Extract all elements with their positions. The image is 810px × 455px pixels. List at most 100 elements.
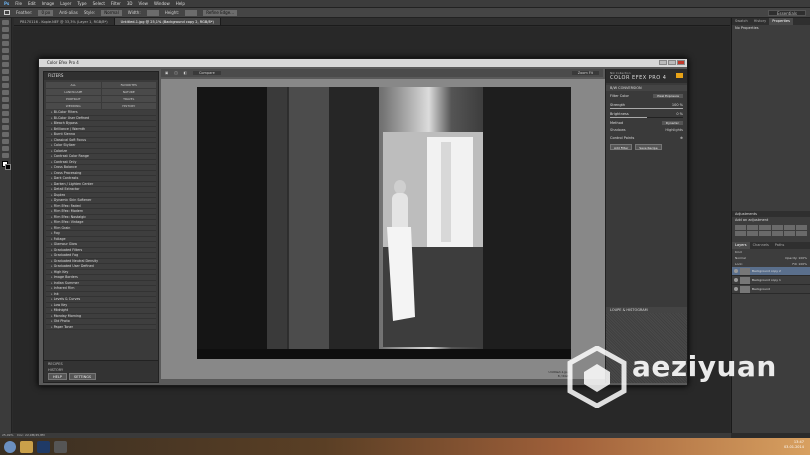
hand-tool-icon[interactable] [2,146,9,151]
style-select[interactable]: Normal [101,9,122,16]
photoshop-icon[interactable] [37,440,50,453]
tab-paths[interactable]: Paths [772,242,788,249]
clock-date[interactable]: 03.01.2014 [784,445,804,450]
menu-layer[interactable]: Layer [60,1,71,6]
start-button-icon[interactable] [4,440,16,453]
lasso-tool-icon[interactable] [2,34,9,39]
eye-icon[interactable] [734,278,738,282]
category-travel[interactable]: TRAVEL [101,96,156,102]
blend-mode-select[interactable]: Normal [735,256,746,260]
hue-adjust-icon[interactable] [795,225,807,230]
settings-button[interactable]: SETTINGS [68,373,97,380]
category-favorites[interactable]: FAVORITES [101,82,156,88]
channel-mixer-adjust-icon[interactable] [771,231,783,236]
path-select-tool-icon[interactable] [2,132,9,137]
tab-swatch[interactable]: Swatch [732,18,751,25]
shape-tool-icon[interactable] [2,139,9,144]
highlights-label[interactable]: Highlights [665,128,683,132]
move-tool-icon[interactable] [2,20,9,25]
filter-item[interactable]: Paper Toner [46,324,156,330]
zoom-select[interactable]: Zoom Fit [571,71,599,75]
minimize-icon[interactable] [659,60,667,65]
single-view-icon[interactable]: ▣ [165,71,168,75]
menu-ps-logo[interactable]: Ps [4,1,9,6]
eye-icon[interactable] [734,287,738,291]
quick-select-tool-icon[interactable] [2,41,9,46]
control-points-label[interactable]: Control Points [610,136,634,140]
exposure-adjust-icon[interactable] [771,225,783,230]
close-icon[interactable] [677,60,685,65]
layer-row[interactable]: Background [732,285,810,294]
blur-tool-icon[interactable] [2,104,9,109]
filter-color-select[interactable]: Pixel Exposure [653,93,683,98]
workspace-select[interactable]: Essentials [767,10,806,16]
doc-tab-2[interactable]: Untitled-1.jpg @ 25,1% (Background copy … [114,18,221,25]
control-point-icon[interactable]: ⊕ [680,136,683,140]
threshold-adjust-icon[interactable] [795,231,807,236]
background-color-swatch[interactable] [5,164,11,170]
brush-tool-icon[interactable] [2,69,9,74]
layer-row[interactable]: Background copy 1 [732,276,810,285]
refine-edge-button[interactable]: Refine Edge... [203,9,237,16]
stamp-tool-icon[interactable] [2,76,9,81]
height-input[interactable] [185,9,198,16]
shadows-label[interactable]: Shadows [610,128,626,132]
type-tool-icon[interactable] [2,125,9,130]
image-preview[interactable]: Untitled-1.jpg 8 / RGB [161,79,605,379]
eraser-tool-icon[interactable] [2,90,9,95]
side-by-side-icon[interactable]: ◧ [184,71,187,75]
zoom-tool-icon[interactable] [2,153,9,158]
menu-select[interactable]: Select [93,1,105,6]
crop-tool-icon[interactable] [2,48,9,53]
category-history[interactable]: HISTORY [101,103,156,109]
kind-filter[interactable]: Kind [735,250,742,254]
tab-history[interactable]: History [751,18,769,25]
menu-image[interactable]: Image [42,1,55,6]
vibrance-adjust-icon[interactable] [783,225,795,230]
category-nature[interactable]: NATURE [101,89,156,95]
save-recipe-button[interactable]: Save Recipe [635,144,662,150]
menu-help[interactable]: Help [176,1,185,6]
healing-tool-icon[interactable] [2,62,9,67]
pen-tool-icon[interactable] [2,118,9,123]
anti-alias-checkbox[interactable]: Anti-alias [59,10,78,15]
feather-input[interactable]: 0 px [38,9,54,16]
split-view-icon[interactable]: ◫ [174,71,177,75]
menu-file[interactable]: File [15,1,22,6]
menu-edit[interactable]: Edit [28,1,36,6]
app-icon[interactable] [54,440,67,453]
category-all[interactable]: ALL [46,82,101,88]
loupe-header[interactable]: LOUPE & HISTOGRAM [606,307,687,313]
marquee-tool-icon[interactable] [2,27,9,32]
category-landscape[interactable]: LANDSCAPE [46,89,101,95]
levels-adjust-icon[interactable] [747,225,759,230]
dodge-tool-icon[interactable] [2,111,9,116]
tab-layers[interactable]: Layers [732,242,750,249]
zoom-level[interactable]: 25,09% [2,433,13,437]
photo-filter-adjust-icon[interactable] [759,231,771,236]
bw-adjust-icon[interactable] [747,231,759,236]
doc-tab-1[interactable]: PB170116 - Kopie.NEF @ 33,3% (Layer 1, R… [14,18,115,25]
category-wedding[interactable]: WEDDING [46,103,101,109]
method-select[interactable]: Dynamic [661,120,683,125]
brightness-adjust-icon[interactable] [735,225,747,230]
eyedropper-tool-icon[interactable] [2,55,9,60]
fill-input[interactable]: 100% [798,262,807,266]
curves-adjust-icon[interactable] [759,225,771,230]
color-balance-adjust-icon[interactable] [735,231,747,236]
menu-type[interactable]: Type [77,1,86,6]
opacity-input[interactable]: 100% [798,256,807,260]
compare-button[interactable]: Compare [192,71,221,75]
add-filter-button[interactable]: Add Filter [610,144,633,150]
marquee-tool-icon[interactable] [4,10,10,15]
tab-properties[interactable]: Properties [769,18,793,25]
menu-filter[interactable]: Filter [111,1,121,6]
help-button[interactable]: HELP [48,373,67,380]
explorer-icon[interactable] [20,440,33,453]
history-brush-tool-icon[interactable] [2,83,9,88]
eye-icon[interactable] [734,269,738,273]
width-input[interactable] [146,9,159,16]
gradient-tool-icon[interactable] [2,97,9,102]
maximize-icon[interactable] [668,60,676,65]
tab-channels[interactable]: Channels [750,242,772,249]
